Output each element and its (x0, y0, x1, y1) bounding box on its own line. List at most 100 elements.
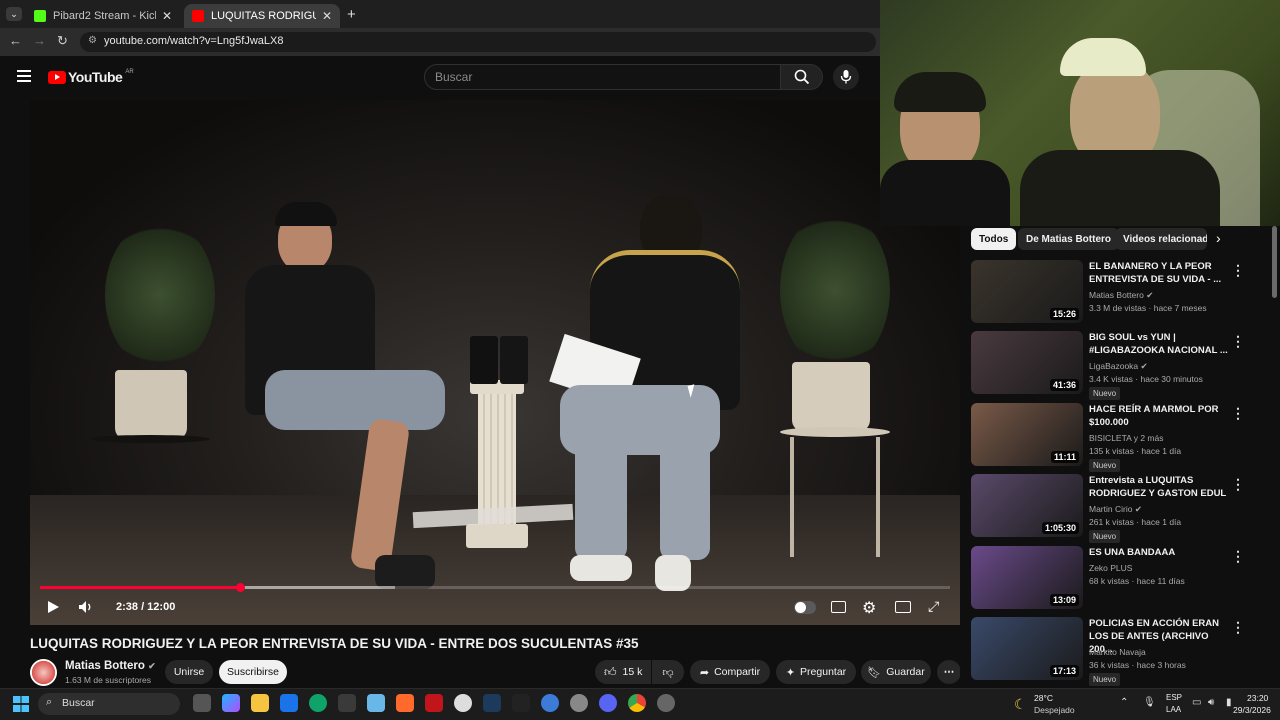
recommended-video[interactable]: 41:36 BIG SOUL vs YUN | #LIGABAZOOKA NACI… (971, 331, 1271, 400)
subscribe-button[interactable]: Suscribirse (219, 660, 287, 684)
video-thumbnail[interactable]: 13:09 (971, 546, 1083, 609)
progress-scrubber[interactable] (235, 583, 245, 592)
chevron-right-icon[interactable]: › (1216, 230, 1221, 246)
subtitles-icon[interactable] (831, 601, 846, 613)
tab-search-button[interactable]: ⌄ (6, 7, 22, 21)
video-title[interactable]: BIG SOUL vs YUN | #LIGABAZOOKA NACIONAL … (1089, 331, 1229, 357)
more-vertical-icon[interactable]: ⋮ (1231, 619, 1245, 636)
app-icon[interactable] (425, 694, 443, 712)
search-input[interactable]: Buscar (424, 64, 781, 90)
ask-button[interactable]: ✦ Preguntar (776, 660, 856, 684)
microphone-icon[interactable]: 🎙︎ (1143, 697, 1156, 708)
video-title[interactable]: EL BANANERO Y LA PEOR ENTREVISTA DE SU V… (1089, 260, 1229, 286)
progress-track[interactable] (40, 583, 950, 592)
video-player[interactable] (30, 100, 960, 625)
tab-youtube[interactable]: LUQUITAS RODRIGUEZ Y LA PEOR ✕ (184, 4, 340, 28)
settings-icon[interactable]: ⚙ (862, 598, 876, 618)
video-meta: 68 k vistas · hace 11 días (1089, 576, 1185, 586)
edge-icon[interactable] (309, 694, 327, 712)
video-thumbnail[interactable]: 17:13 (971, 617, 1083, 680)
speaker-icon[interactable]: 🔊︎ (1208, 697, 1214, 708)
theater-mode-icon[interactable] (895, 601, 911, 613)
channel-name[interactable]: Matias Bottero (65, 660, 145, 672)
url-input[interactable]: ⚙ youtube.com/watch?v=Lng5fJwaLX8 (80, 32, 876, 52)
youtube-logo[interactable]: YouTube AR (48, 69, 134, 85)
brave-icon[interactable] (396, 694, 414, 712)
chrome-icon[interactable] (628, 694, 646, 712)
file-explorer-icon[interactable] (251, 694, 269, 712)
chevron-up-icon[interactable]: ⌃ (1120, 697, 1128, 708)
video-meta: 261 k vistas · hace 1 día (1089, 517, 1182, 527)
photos-icon[interactable] (367, 694, 385, 712)
video-thumbnail[interactable]: 11:11 (971, 403, 1083, 466)
taskbar-search-input[interactable]: ⌕ Buscar (38, 693, 180, 715)
discord-icon[interactable] (599, 694, 617, 712)
channel-name[interactable]: Matias Bottero ✔ (1089, 290, 1153, 301)
video-title[interactable]: HACE REÍR A MARMOL POR $100.000 (1089, 403, 1229, 429)
video-thumbnail[interactable]: 41:36 (971, 331, 1083, 394)
recommended-video[interactable]: 13:09 ES UNA BANDAAA Zeko PLUS 68 k vistas … (971, 546, 1271, 610)
like-button[interactable]: 👍︎ 15 k (595, 660, 651, 684)
channel-name[interactable]: Martin Cirio ✔ (1089, 504, 1142, 515)
recommended-video[interactable]: 17:13 POLICIAS EN ACCIÓN ERAN LOS DE ANTE… (971, 617, 1271, 686)
fullscreen-icon[interactable]: ⤢ (928, 598, 939, 615)
channel-name[interactable]: Zeko PLUS (1089, 563, 1132, 573)
chip-related[interactable]: Videos relacionado (1115, 228, 1207, 250)
save-button[interactable]: 🔖︎ Guardar (861, 660, 931, 684)
voice-search-button[interactable] (833, 64, 859, 90)
clock-date[interactable]: 29/3/2026 (1233, 705, 1271, 715)
chip-channel[interactable]: De Matias Bottero (1018, 228, 1120, 250)
store-icon[interactable] (338, 694, 356, 712)
windows-start-icon[interactable] (13, 696, 29, 712)
close-tab-icon[interactable]: ✕ (162, 9, 172, 23)
recommended-video[interactable]: 1:05:30 Entrevista a LUQUITAS RODRIGUEZ Y… (971, 474, 1271, 543)
video-thumbnail[interactable]: 1:05:30 (971, 474, 1083, 537)
app-icon-4[interactable] (657, 694, 675, 712)
play-button[interactable] (46, 600, 60, 617)
app-icon-2[interactable] (541, 694, 559, 712)
channel-name-row[interactable]: Matias Bottero ✔ (65, 660, 156, 672)
obs-icon[interactable] (454, 694, 472, 712)
video-title[interactable]: Entrevista a LUQUITAS RODRIGUEZ Y GASTON… (1089, 474, 1229, 500)
forward-icon[interactable]: → (33, 33, 46, 48)
more-vertical-icon[interactable]: ⋮ (1231, 262, 1245, 279)
menu-icon[interactable] (17, 70, 31, 82)
task-view-icon[interactable] (193, 694, 211, 712)
more-actions-button[interactable]: ⋯ (937, 660, 961, 684)
back-icon[interactable]: ← (9, 33, 22, 48)
steam-icon[interactable] (483, 694, 501, 712)
copilot-icon[interactable] (222, 694, 240, 712)
more-vertical-icon[interactable]: ⋮ (1231, 333, 1245, 350)
join-button[interactable]: Unirse (165, 660, 213, 684)
more-vertical-icon[interactable]: ⋮ (1231, 405, 1245, 422)
video-thumbnail[interactable]: 15:26 (971, 260, 1083, 323)
search-button[interactable] (781, 64, 823, 90)
epic-games-icon[interactable] (512, 694, 530, 712)
battery-icon[interactable]: ▮ (1226, 697, 1232, 708)
scrollbar-thumb[interactable] (1272, 226, 1277, 298)
channel-name[interactable]: LigaBazooka ✔ (1089, 361, 1148, 372)
recommended-video[interactable]: 15:26 EL BANANERO Y LA PEOR ENTREVISTA DE… (971, 260, 1271, 324)
channel-avatar[interactable] (30, 659, 57, 686)
clock-time[interactable]: 23:20 (1247, 693, 1268, 703)
close-tab-icon[interactable]: ✕ (322, 9, 332, 23)
channel-name[interactable]: Markito Navaja (1089, 647, 1146, 657)
autoplay-toggle[interactable] (794, 601, 816, 614)
mute-button[interactable] (78, 599, 94, 618)
recommended-video[interactable]: 11:11 HACE REÍR A MARMOL POR $100.000 BISI… (971, 403, 1271, 472)
more-vertical-icon[interactable]: ⋮ (1231, 548, 1245, 565)
site-info-icon[interactable]: ⚙ (88, 35, 97, 46)
share-button[interactable]: ➦ Compartir (690, 660, 770, 684)
outlook-icon[interactable] (280, 694, 298, 712)
chip-all[interactable]: Todos (971, 228, 1017, 250)
dislike-button[interactable]: 👎︎ (652, 660, 684, 684)
language-indicator[interactable]: ESP (1166, 693, 1182, 702)
app-icon-3[interactable] (570, 694, 588, 712)
channel-name[interactable]: BISICLETA y 2 más (1089, 433, 1163, 443)
network-icon[interactable]: ▭ (1192, 697, 1201, 708)
tab-kick[interactable]: Pibard2 Stream - Kick Dashboard ✕ (26, 4, 180, 28)
new-tab-icon[interactable]: + (347, 6, 356, 23)
video-title[interactable]: ES UNA BANDAAA (1089, 546, 1229, 559)
reload-icon[interactable]: ↻ (57, 33, 68, 49)
more-vertical-icon[interactable]: ⋮ (1231, 476, 1245, 493)
